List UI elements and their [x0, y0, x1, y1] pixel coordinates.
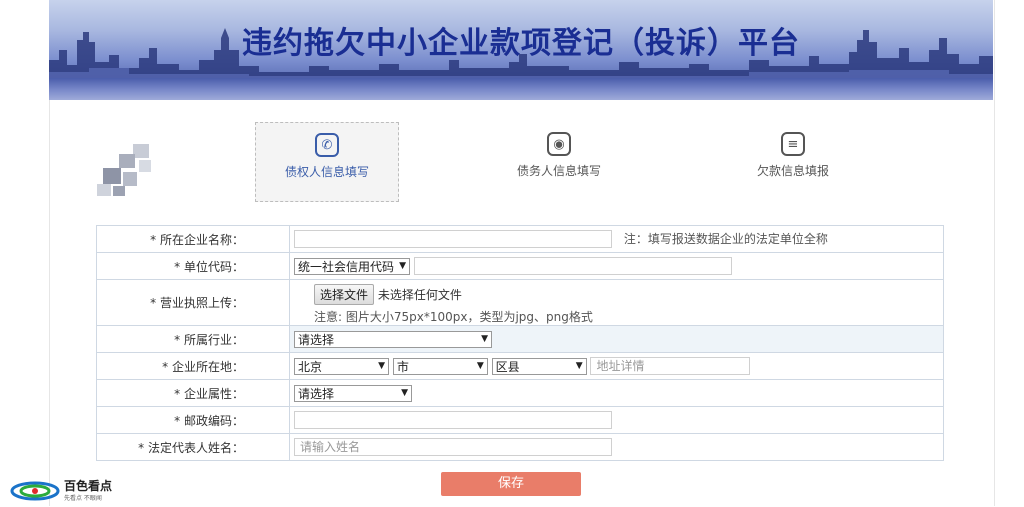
nature-select[interactable]: 请选择 ▼ [294, 384, 412, 402]
province-value: 北京 [298, 359, 323, 374]
save-button[interactable]: 保存 [441, 472, 581, 496]
step-debt-info[interactable]: ≡ 欠款信息填报 [722, 122, 864, 200]
row-industry: * 所属行业： 请选择 ▼ [96, 325, 944, 353]
address-input[interactable]: 地址详情 [590, 357, 751, 375]
chevron-down-icon: ▼ [575, 361, 583, 371]
decorative-cubes-icon [97, 144, 151, 196]
page-title: 违约拖欠中小企业款项登记（投诉）平台 [242, 26, 800, 61]
step-label: 债务人信息填写 [516, 164, 601, 178]
header-banner: 违约拖欠中小企业款项登记（投诉）平台 [49, 0, 993, 100]
district-select[interactable]: 区县 ▼ [491, 357, 587, 375]
location-label: * 企业所在地： [96, 352, 290, 380]
city-select[interactable]: 市 ▼ [392, 357, 488, 375]
unit-code-label: * 单位代码： [96, 252, 290, 280]
step-debtor-info[interactable]: ◉ 债务人信息填写 [488, 122, 630, 200]
unit-code-type-value: 统一社会信用代码 [298, 259, 395, 274]
license-hint: 注意: 图片大小75px*100px，类型为jpg、png格式 [314, 309, 593, 324]
row-nature: * 企业属性： 请选择 ▼ [96, 379, 944, 407]
company-name-note: 注：填写报送数据企业的法定单位全称 [623, 231, 828, 246]
unit-code-type-select[interactable]: 统一社会信用代码 ▼ [294, 257, 410, 275]
chevron-down-icon: ▼ [401, 388, 408, 398]
step-creditor-info[interactable]: ✆ 债权人信息填写 [255, 122, 399, 202]
chevron-down-icon: ▼ [378, 361, 385, 371]
industry-value: 请选择 [298, 332, 335, 347]
nature-label: * 企业属性： [96, 379, 290, 407]
list-icon: ≡ [781, 132, 805, 156]
chevron-down-icon: ▼ [481, 334, 488, 344]
phone-icon: ✆ [315, 133, 339, 157]
province-select[interactable]: 北京 ▼ [294, 357, 389, 375]
step-label: 债权人信息填写 [284, 165, 369, 179]
logo-slogan: 先看点 不眼闻 [64, 495, 102, 502]
row-legal-rep: * 法定代表人姓名： 请输入姓名 [96, 433, 944, 461]
postcode-label: * 邮政编码： [96, 406, 290, 434]
license-label: * 营业执照上传： [96, 279, 290, 326]
water-reflection [49, 78, 993, 100]
row-company-name: * 所在企业名称： 注：填写报送数据企业的法定单位全称 [96, 225, 944, 253]
choose-file-button[interactable]: 选择文件 [314, 283, 375, 305]
company-name-label: * 所在企业名称： [96, 225, 290, 253]
row-location: * 企业所在地： 北京 ▼ 市 ▼ 区县 ▼ 地址详情 [96, 352, 944, 380]
step-label: 欠款信息填报 [756, 164, 829, 178]
industry-label: * 所属行业： [96, 325, 290, 353]
logo-icon [10, 481, 60, 501]
watermark-logo: 百色看点 先看点 不眼闻 [10, 476, 130, 504]
unit-code-input[interactable] [413, 257, 732, 275]
industry-select[interactable]: 请选择 ▼ [294, 330, 492, 348]
row-postcode: * 邮政编码： [96, 406, 944, 434]
postcode-input[interactable] [294, 411, 612, 429]
legal-rep-label: * 法定代表人姓名： [96, 433, 290, 461]
nature-value: 请选择 [298, 386, 335, 401]
logo-name: 百色看点 [64, 479, 113, 493]
medal-icon: ◉ [547, 132, 571, 156]
chevron-down-icon: ▼ [399, 261, 406, 271]
legal-rep-input[interactable]: 请输入姓名 [294, 438, 612, 456]
company-name-input[interactable] [294, 230, 612, 249]
row-license-upload: * 营业执照上传： 选择文件 未选择任何文件 注意: 图片大小75px*100p… [96, 279, 944, 326]
chevron-down-icon: ▼ [476, 361, 484, 371]
district-value: 区县 [495, 359, 520, 374]
file-status: 未选择任何文件 [377, 287, 462, 302]
city-value: 市 [396, 359, 409, 374]
creditor-form-table: * 所在企业名称： 注：填写报送数据企业的法定单位全称 * 单位代码： 统一社会… [96, 225, 944, 461]
row-unit-code: * 单位代码： 统一社会信用代码 ▼ [96, 252, 944, 280]
